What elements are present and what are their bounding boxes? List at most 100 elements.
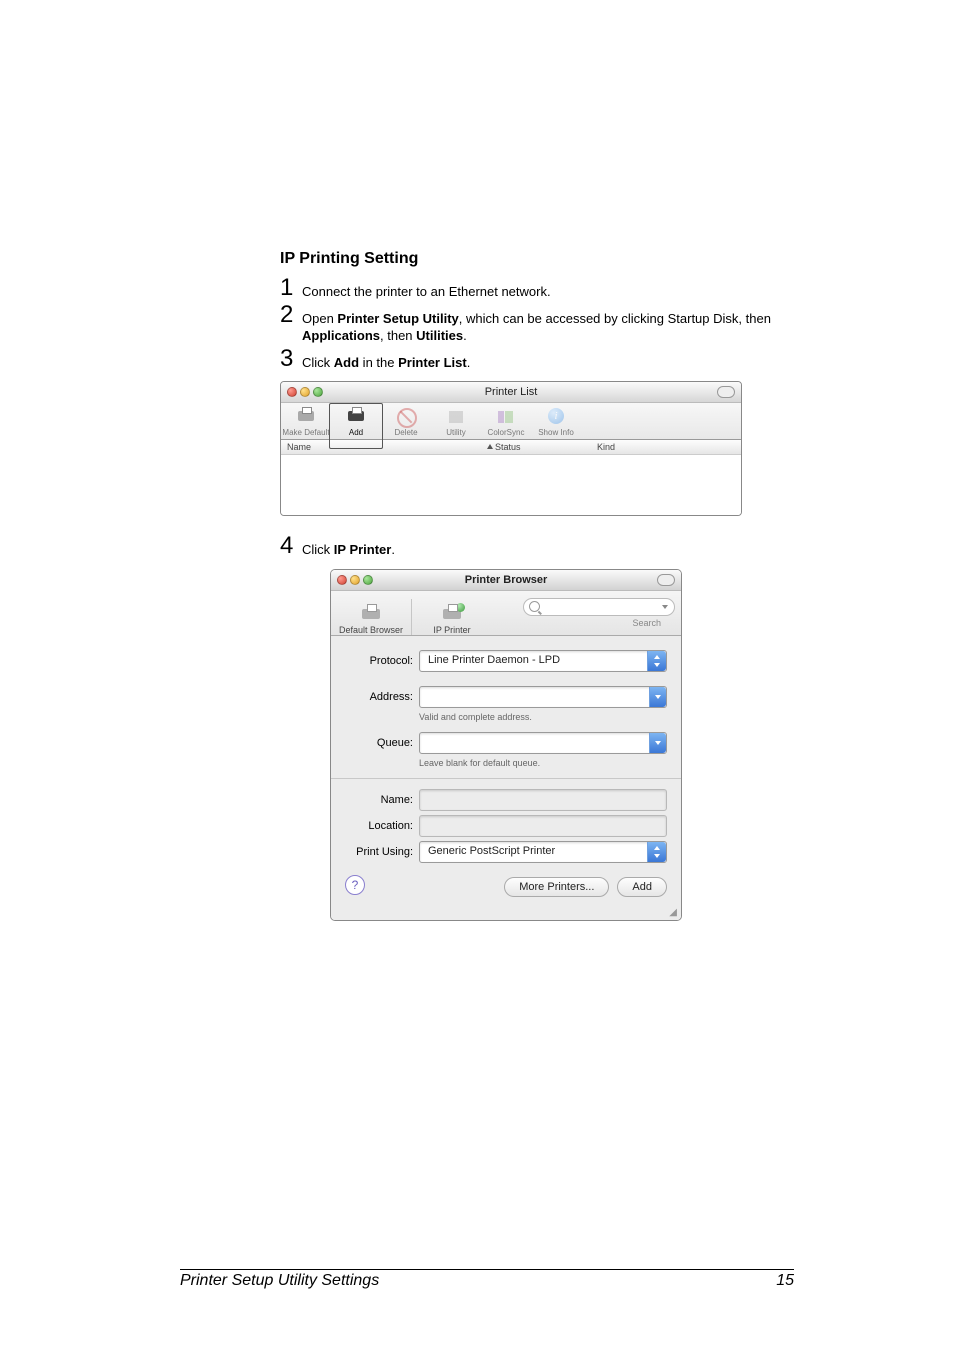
- print-using-value: Generic PostScript Printer: [428, 845, 555, 857]
- protocol-select[interactable]: Line Printer Daemon - LPD: [419, 650, 667, 672]
- address-row: Address:: [345, 686, 667, 708]
- toolbar-toggle-icon[interactable]: [717, 386, 735, 398]
- show-info-button[interactable]: Show Info: [531, 405, 581, 439]
- window-title: Printer List: [281, 386, 741, 398]
- queue-row: Queue:: [345, 732, 667, 754]
- tab-default-label: Default Browser: [331, 625, 411, 635]
- search-label: Search: [523, 616, 673, 630]
- browser-form: Protocol: Line Printer Daemon - LPD Addr…: [331, 636, 681, 877]
- print-using-row: Print Using: Generic PostScript Printer: [345, 841, 667, 863]
- dropdown-arrows-icon: [647, 651, 666, 671]
- s3-b1: Add: [334, 355, 359, 370]
- s2-suffix: .: [463, 328, 467, 343]
- tab-ip-printer[interactable]: IP Printer: [412, 600, 492, 635]
- add-printer-icon: [345, 407, 367, 427]
- delete-label: Delete: [381, 428, 431, 437]
- help-button[interactable]: ?: [345, 875, 365, 895]
- browser-title: Printer Browser: [331, 574, 681, 586]
- s4-prefix: Click: [302, 542, 334, 557]
- colorsync-label: ColorSync: [481, 428, 531, 437]
- search-input[interactable]: [523, 598, 675, 616]
- s2-m2: , then: [380, 328, 416, 343]
- step-3-num: 3: [280, 347, 302, 371]
- step-2: 2 Open Printer Setup Utility, which can …: [280, 303, 794, 345]
- print-using-label: Print Using:: [345, 846, 419, 858]
- add-button[interactable]: Add: [617, 877, 667, 897]
- step-4-text: Click IP Printer.: [302, 534, 395, 559]
- page-number: 15: [776, 1272, 794, 1290]
- chevron-down-icon: [649, 687, 666, 707]
- titlebar: Printer List: [281, 382, 741, 403]
- s3-suffix: .: [467, 355, 471, 370]
- delete-button[interactable]: Delete: [381, 405, 431, 439]
- step-2-num: 2: [280, 303, 302, 327]
- make-default-label: Make Default: [281, 428, 331, 437]
- step-3: 3 Click Add in the Printer List.: [280, 347, 794, 372]
- make-default-button[interactable]: Make Default: [281, 405, 331, 439]
- col-name[interactable]: Name: [281, 442, 487, 452]
- name-input[interactable]: [419, 789, 667, 811]
- sort-asc-icon: [487, 444, 493, 449]
- toolbar-toggle-icon[interactable]: [657, 574, 675, 586]
- step-4-num: 4: [280, 534, 302, 558]
- button-row: ? More Printers... Add: [331, 877, 681, 907]
- info-icon: [545, 407, 567, 427]
- resize-handle-icon[interactable]: ◢: [331, 907, 681, 920]
- address-hint: Valid and complete address.: [419, 712, 667, 722]
- address-label: Address:: [345, 691, 419, 703]
- s2-b2: Applications: [302, 328, 380, 343]
- utility-button[interactable]: Utility: [431, 405, 481, 439]
- tab-default-browser[interactable]: Default Browser: [331, 600, 411, 635]
- printer-browser-window: Printer Browser Default Browser IP Print…: [330, 569, 682, 921]
- list-body[interactable]: [281, 455, 741, 515]
- step-1-text: Connect the printer to an Ethernet netwo…: [302, 276, 551, 301]
- dropdown-arrows-icon: [647, 842, 666, 862]
- tab-ip-label: IP Printer: [412, 625, 492, 635]
- step-2-text: Open Printer Setup Utility, which can be…: [302, 303, 794, 345]
- col-kind[interactable]: Kind: [597, 442, 741, 452]
- queue-input[interactable]: [419, 732, 667, 754]
- location-label: Location:: [345, 820, 419, 832]
- ip-printer-icon: [439, 603, 465, 623]
- search-icon: [529, 601, 540, 612]
- s2-m1: , which can be accessed by clicking Star…: [459, 311, 771, 326]
- s3-m1: in the: [359, 355, 398, 370]
- protocol-value: Line Printer Daemon - LPD: [428, 654, 560, 666]
- more-printers-button[interactable]: More Printers...: [504, 877, 609, 897]
- s3-prefix: Click: [302, 355, 334, 370]
- chevron-down-icon: [662, 605, 668, 609]
- location-row: Location:: [345, 815, 667, 837]
- stop-icon: [395, 407, 417, 427]
- s4-b1: IP Printer: [334, 542, 392, 557]
- queue-hint: Leave blank for default queue.: [419, 758, 667, 768]
- colorsync-button[interactable]: ColorSync: [481, 405, 531, 439]
- protocol-row: Protocol: Line Printer Daemon - LPD: [345, 650, 667, 672]
- printer-list-window: Printer List Make Default Add Delete Uti…: [280, 381, 742, 516]
- browser-titlebar: Printer Browser: [331, 570, 681, 591]
- step-1: 1 Connect the printer to an Ethernet net…: [280, 276, 794, 301]
- printer-icon: [295, 407, 317, 427]
- printer-icon: [358, 603, 384, 623]
- page-footer: Printer Setup Utility Settings 15: [180, 1269, 794, 1290]
- browser-toolbar: Default Browser IP Printer Search: [331, 591, 681, 636]
- add-button[interactable]: Add: [331, 405, 381, 439]
- step-1-num: 1: [280, 276, 302, 300]
- s2-b3: Utilities: [416, 328, 463, 343]
- utility-label: Utility: [431, 428, 481, 437]
- s2-b1: Printer Setup Utility: [337, 311, 458, 326]
- s4-suffix: .: [391, 542, 395, 557]
- section-heading: IP Printing Setting: [280, 250, 794, 268]
- step-4: 4 Click IP Printer.: [280, 534, 794, 559]
- s3-b2: Printer List: [398, 355, 467, 370]
- name-label: Name:: [345, 794, 419, 806]
- utility-icon: [445, 407, 467, 427]
- name-row: Name:: [345, 789, 667, 811]
- col-status-label: Status: [495, 442, 521, 452]
- s2-prefix: Open: [302, 311, 337, 326]
- protocol-label: Protocol:: [345, 655, 419, 667]
- address-input[interactable]: [419, 686, 667, 708]
- location-input[interactable]: [419, 815, 667, 837]
- print-using-select[interactable]: Generic PostScript Printer: [419, 841, 667, 863]
- col-status[interactable]: Status: [487, 442, 597, 452]
- colorsync-icon: [495, 407, 517, 427]
